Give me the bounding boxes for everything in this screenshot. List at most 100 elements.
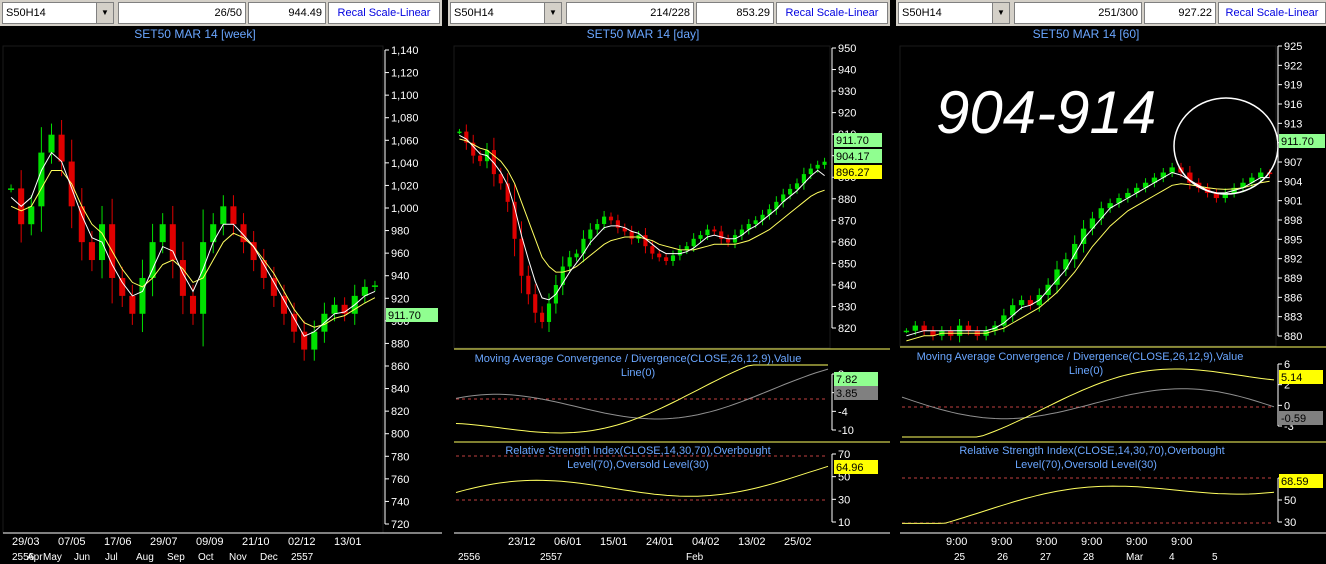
price-readout: 853.29 (696, 2, 774, 24)
x-month-label: Dec (260, 552, 278, 563)
candle-body (478, 155, 483, 162)
recal-scale-button[interactable]: Recal Scale-Linear (1218, 2, 1326, 24)
recal-scale-button[interactable]: Recal Scale-Linear (328, 2, 440, 24)
candle-body (822, 161, 827, 165)
y-axis-label: 950 (838, 43, 856, 55)
candle-body (965, 325, 972, 331)
candle-body (1169, 167, 1175, 173)
candle-body (301, 331, 308, 350)
x-date-label: 29/07 (150, 536, 178, 548)
candle-body (595, 224, 600, 230)
chart-title: SET50 MAR 14 [60] (1033, 27, 1140, 41)
symbol-select[interactable]: S50H14 ▼ (2, 2, 114, 24)
y-axis-label: 860 (391, 361, 409, 373)
y-axis-label: 913 (1284, 118, 1302, 130)
x-day-label: 26 (997, 552, 1009, 563)
y-axis-label: 870 (838, 215, 856, 227)
x-day-label: 25 (954, 552, 966, 563)
bar-counter: 251/300 (1014, 2, 1142, 24)
candle-body (457, 131, 462, 134)
chevron-down-icon[interactable]: ▼ (96, 3, 113, 23)
rsi-axis-label: 10 (838, 517, 850, 529)
y-axis-label: 895 (1284, 234, 1302, 246)
candle-body (119, 277, 126, 296)
ma-slow-label: 896.27 (836, 167, 870, 179)
candle-body (677, 249, 682, 256)
candle-body (691, 238, 696, 247)
x-date-label: 17/06 (104, 536, 132, 548)
x-day-label: 4 (1169, 552, 1175, 563)
x-month-label: Apr (27, 552, 43, 563)
y-axis-label: 907 (1284, 157, 1302, 169)
macd-value-label: 7.82 (836, 374, 857, 386)
x-date-label: 21/10 (242, 536, 270, 548)
chevron-down-icon[interactable]: ▼ (992, 3, 1009, 23)
candle-body (371, 285, 378, 287)
x-date-label: 13/01 (334, 536, 362, 548)
symbol-select[interactable]: S50H14 ▼ (450, 2, 562, 24)
candle-body (540, 312, 545, 322)
y-axis-label: 1,040 (391, 158, 419, 170)
macd-subtitle: Line(0) (1069, 365, 1103, 377)
rsi-value-label: 68.59 (1281, 476, 1309, 488)
x-date-label: 24/01 (646, 536, 674, 548)
macd-axis-label: -4 (838, 406, 848, 418)
bar-counter: 26/50 (118, 2, 246, 24)
y-axis-label: 925 (1284, 41, 1302, 53)
x-month-label: 2557 (291, 552, 314, 563)
last-price-label: 911.70 (1281, 136, 1314, 148)
candle-body (28, 206, 35, 225)
ma-slow-line (906, 180, 1270, 342)
y-axis-label: 916 (1284, 99, 1302, 111)
price-readout: 927.22 (1144, 2, 1216, 24)
candle-body (643, 235, 648, 247)
y-axis-label: 760 (391, 474, 409, 486)
x-time-label: 9:00 (1171, 536, 1192, 548)
candle-body (1063, 259, 1069, 270)
panel-toolbar: S50H14 ▼ 251/300 927.22 Recal Scale-Line… (896, 0, 1326, 26)
x-month-label: Oct (198, 552, 214, 563)
candle-body (58, 134, 65, 162)
y-axis-label: 920 (391, 293, 409, 305)
candle-body (48, 134, 55, 153)
candle-body (220, 206, 227, 225)
x-date-label: 13/02 (738, 536, 766, 548)
y-axis-label: 904 (1284, 176, 1302, 188)
price-readout: 944.49 (248, 2, 326, 24)
recal-scale-button[interactable]: Recal Scale-Linear (776, 2, 888, 24)
candle-body (788, 188, 793, 195)
candle-body (903, 330, 910, 333)
rsi-title: Relative Strength Index(CLOSE,14,30,70),… (505, 445, 770, 457)
y-axis-label: 922 (1284, 60, 1302, 72)
rsi-line (902, 485, 1275, 524)
macd-axis-label: -10 (838, 425, 854, 437)
candle-body (794, 183, 800, 189)
y-axis-label: 740 (391, 496, 409, 508)
chevron-down-icon[interactable]: ▼ (544, 3, 561, 23)
candle-body (712, 229, 717, 232)
candle-body (526, 275, 531, 295)
x-month-label: 2556 (458, 552, 481, 563)
bar-counter: 214/228 (566, 2, 694, 24)
candle-body (567, 257, 572, 267)
rsi-axis-label: 30 (838, 494, 850, 506)
y-axis-label: 840 (391, 384, 409, 396)
y-axis-label: 919 (1284, 80, 1302, 92)
rsi-axis-label: 30 (1284, 517, 1296, 529)
y-axis-label: 840 (838, 280, 856, 292)
candle-body (608, 216, 614, 221)
last-price-label: 911.70 (388, 310, 421, 322)
candle-body (139, 277, 146, 314)
last-price-label: 911.70 (836, 135, 869, 147)
y-axis-label: 940 (838, 65, 856, 77)
y-axis-label: 892 (1284, 254, 1302, 266)
plot-area (453, 45, 831, 349)
x-date-label: 29/03 (12, 536, 40, 548)
candle-body (1018, 300, 1025, 306)
macd-signal-line (901, 388, 1275, 420)
y-axis-label: 880 (1284, 331, 1302, 343)
symbol-select[interactable]: S50H14 ▼ (898, 2, 1010, 24)
y-axis-label: 889 (1284, 273, 1302, 285)
symbol-value: S50H14 (6, 7, 46, 19)
candle-body (546, 303, 552, 322)
